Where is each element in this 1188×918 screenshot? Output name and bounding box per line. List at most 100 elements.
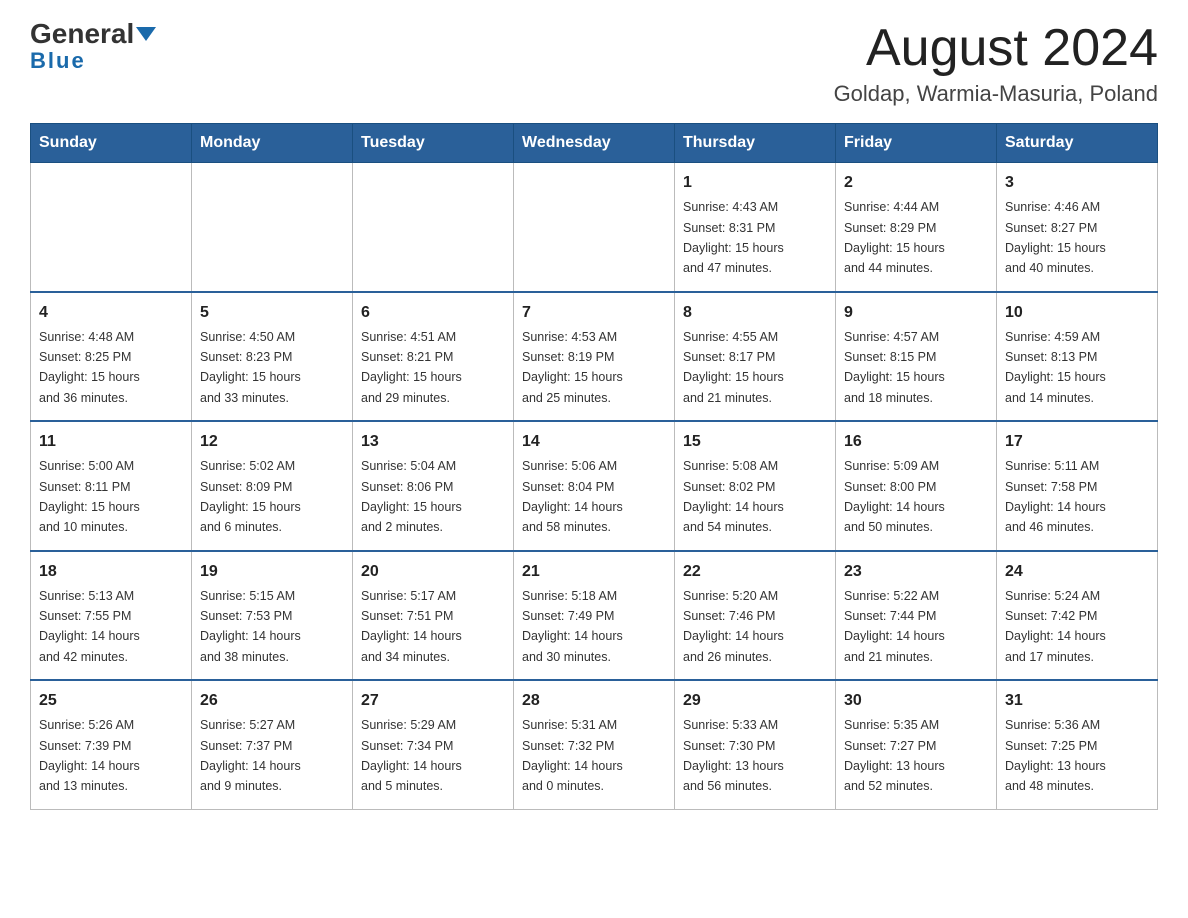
day-number: 17	[1005, 430, 1149, 454]
calendar-cell: 11 Sunrise: 5:00 AM Sunset: 8:11 PM Dayli…	[31, 421, 192, 551]
weekday-header-wednesday: Wednesday	[514, 124, 675, 163]
day-info: Sunrise: 5:20 AM Sunset: 7:46 PM Dayligh…	[683, 589, 784, 664]
weekday-header-row: SundayMondayTuesdayWednesdayThursdayFrid…	[31, 124, 1158, 163]
day-info: Sunrise: 5:09 AM Sunset: 8:00 PM Dayligh…	[844, 459, 945, 534]
title-area: August 2024 Goldap, Warmia-Masuria, Pola…	[834, 20, 1158, 107]
calendar-cell: 26 Sunrise: 5:27 AM Sunset: 7:37 PM Dayli…	[192, 680, 353, 809]
day-info: Sunrise: 4:50 AM Sunset: 8:23 PM Dayligh…	[200, 330, 301, 405]
location-title: Goldap, Warmia-Masuria, Poland	[834, 81, 1158, 107]
day-number: 28	[522, 689, 666, 713]
calendar-cell: 6 Sunrise: 4:51 AM Sunset: 8:21 PM Daylig…	[353, 292, 514, 422]
calendar-week-row: 18 Sunrise: 5:13 AM Sunset: 7:55 PM Dayli…	[31, 551, 1158, 681]
day-number: 10	[1005, 301, 1149, 325]
day-info: Sunrise: 5:26 AM Sunset: 7:39 PM Dayligh…	[39, 718, 140, 793]
day-number: 7	[522, 301, 666, 325]
day-info: Sunrise: 5:27 AM Sunset: 7:37 PM Dayligh…	[200, 718, 301, 793]
day-number: 20	[361, 560, 505, 584]
month-title: August 2024	[834, 20, 1158, 77]
calendar-cell: 23Sunrise: 5:22 AM Sunset: 7:44 PM Dayli…	[836, 551, 997, 681]
day-number: 30	[844, 689, 988, 713]
calendar-cell: 28 Sunrise: 5:31 AM Sunset: 7:32 PM Dayli…	[514, 680, 675, 809]
day-info: Sunrise: 5:24 AM Sunset: 7:42 PM Dayligh…	[1005, 589, 1106, 664]
day-number: 26	[200, 689, 344, 713]
day-info: Sunrise: 5:36 AM Sunset: 7:25 PM Dayligh…	[1005, 718, 1106, 793]
calendar-cell	[514, 163, 675, 292]
day-number: 24	[1005, 560, 1149, 584]
calendar-cell: 9 Sunrise: 4:57 AM Sunset: 8:15 PM Daylig…	[836, 292, 997, 422]
day-number: 5	[200, 301, 344, 325]
day-info: Sunrise: 4:51 AM Sunset: 8:21 PM Dayligh…	[361, 330, 462, 405]
day-info: Sunrise: 5:33 AM Sunset: 7:30 PM Dayligh…	[683, 718, 784, 793]
calendar-cell: 14 Sunrise: 5:06 AM Sunset: 8:04 PM Dayli…	[514, 421, 675, 551]
day-info: Sunrise: 5:31 AM Sunset: 7:32 PM Dayligh…	[522, 718, 623, 793]
calendar-cell: 22Sunrise: 5:20 AM Sunset: 7:46 PM Dayli…	[675, 551, 836, 681]
day-info: Sunrise: 4:44 AM Sunset: 8:29 PM Dayligh…	[844, 200, 945, 275]
logo-blue-text: Blue	[30, 48, 86, 73]
day-number: 23	[844, 560, 988, 584]
weekday-header-sunday: Sunday	[31, 124, 192, 163]
day-info: Sunrise: 5:00 AM Sunset: 8:11 PM Dayligh…	[39, 459, 140, 534]
page-header: General Blue August 2024 Goldap, Warmia-…	[30, 20, 1158, 107]
day-info: Sunrise: 4:55 AM Sunset: 8:17 PM Dayligh…	[683, 330, 784, 405]
day-info: Sunrise: 5:35 AM Sunset: 7:27 PM Dayligh…	[844, 718, 945, 793]
calendar-cell: 20 Sunrise: 5:17 AM Sunset: 7:51 PM Dayli…	[353, 551, 514, 681]
weekday-header-monday: Monday	[192, 124, 353, 163]
day-number: 31	[1005, 689, 1149, 713]
calendar-week-row: 11 Sunrise: 5:00 AM Sunset: 8:11 PM Dayli…	[31, 421, 1158, 551]
day-info: Sunrise: 5:29 AM Sunset: 7:34 PM Dayligh…	[361, 718, 462, 793]
day-info: Sunrise: 5:06 AM Sunset: 8:04 PM Dayligh…	[522, 459, 623, 534]
day-number: 6	[361, 301, 505, 325]
day-number: 11	[39, 430, 183, 454]
calendar-cell	[192, 163, 353, 292]
day-info: Sunrise: 5:02 AM Sunset: 8:09 PM Dayligh…	[200, 459, 301, 534]
day-info: Sunrise: 4:48 AM Sunset: 8:25 PM Dayligh…	[39, 330, 140, 405]
calendar-cell: 27Sunrise: 5:29 AM Sunset: 7:34 PM Dayli…	[353, 680, 514, 809]
logo-triangle-icon	[136, 27, 156, 41]
day-info: Sunrise: 4:57 AM Sunset: 8:15 PM Dayligh…	[844, 330, 945, 405]
calendar-cell: 10 Sunrise: 4:59 AM Sunset: 8:13 PM Dayli…	[997, 292, 1158, 422]
day-info: Sunrise: 4:46 AM Sunset: 8:27 PM Dayligh…	[1005, 200, 1106, 275]
day-info: Sunrise: 5:11 AM Sunset: 7:58 PM Dayligh…	[1005, 459, 1106, 534]
calendar-cell: 1Sunrise: 4:43 AM Sunset: 8:31 PM Daylig…	[675, 163, 836, 292]
calendar-week-row: 1Sunrise: 4:43 AM Sunset: 8:31 PM Daylig…	[31, 163, 1158, 292]
day-number: 9	[844, 301, 988, 325]
logo-general-text: General	[30, 20, 134, 48]
calendar-cell: 18 Sunrise: 5:13 AM Sunset: 7:55 PM Dayli…	[31, 551, 192, 681]
day-number: 29	[683, 689, 827, 713]
weekday-header-friday: Friday	[836, 124, 997, 163]
calendar-table: SundayMondayTuesdayWednesdayThursdayFrid…	[30, 123, 1158, 810]
calendar-cell: 13Sunrise: 5:04 AM Sunset: 8:06 PM Dayli…	[353, 421, 514, 551]
calendar-cell	[31, 163, 192, 292]
day-number: 16	[844, 430, 988, 454]
weekday-header-thursday: Thursday	[675, 124, 836, 163]
day-number: 25	[39, 689, 183, 713]
calendar-cell: 15 Sunrise: 5:08 AM Sunset: 8:02 PM Dayli…	[675, 421, 836, 551]
calendar-cell: 25 Sunrise: 5:26 AM Sunset: 7:39 PM Dayli…	[31, 680, 192, 809]
day-info: Sunrise: 5:08 AM Sunset: 8:02 PM Dayligh…	[683, 459, 784, 534]
day-number: 21	[522, 560, 666, 584]
day-info: Sunrise: 4:43 AM Sunset: 8:31 PM Dayligh…	[683, 200, 784, 275]
logo: General Blue	[30, 20, 156, 74]
day-number: 3	[1005, 171, 1149, 195]
day-info: Sunrise: 4:59 AM Sunset: 8:13 PM Dayligh…	[1005, 330, 1106, 405]
calendar-cell: 24 Sunrise: 5:24 AM Sunset: 7:42 PM Dayli…	[997, 551, 1158, 681]
day-number: 19	[200, 560, 344, 584]
calendar-cell: 7Sunrise: 4:53 AM Sunset: 8:19 PM Daylig…	[514, 292, 675, 422]
day-number: 18	[39, 560, 183, 584]
calendar-cell: 5 Sunrise: 4:50 AM Sunset: 8:23 PM Daylig…	[192, 292, 353, 422]
day-number: 4	[39, 301, 183, 325]
day-info: Sunrise: 5:13 AM Sunset: 7:55 PM Dayligh…	[39, 589, 140, 664]
day-info: Sunrise: 5:17 AM Sunset: 7:51 PM Dayligh…	[361, 589, 462, 664]
day-number: 15	[683, 430, 827, 454]
day-info: Sunrise: 5:15 AM Sunset: 7:53 PM Dayligh…	[200, 589, 301, 664]
weekday-header-saturday: Saturday	[997, 124, 1158, 163]
calendar-cell: 4 Sunrise: 4:48 AM Sunset: 8:25 PM Daylig…	[31, 292, 192, 422]
weekday-header-tuesday: Tuesday	[353, 124, 514, 163]
calendar-cell: 12Sunrise: 5:02 AM Sunset: 8:09 PM Dayli…	[192, 421, 353, 551]
day-number: 14	[522, 430, 666, 454]
calendar-cell: 30 Sunrise: 5:35 AM Sunset: 7:27 PM Dayli…	[836, 680, 997, 809]
day-info: Sunrise: 5:18 AM Sunset: 7:49 PM Dayligh…	[522, 589, 623, 664]
calendar-cell: 2Sunrise: 4:44 AM Sunset: 8:29 PM Daylig…	[836, 163, 997, 292]
day-number: 8	[683, 301, 827, 325]
calendar-cell: 17 Sunrise: 5:11 AM Sunset: 7:58 PM Dayli…	[997, 421, 1158, 551]
